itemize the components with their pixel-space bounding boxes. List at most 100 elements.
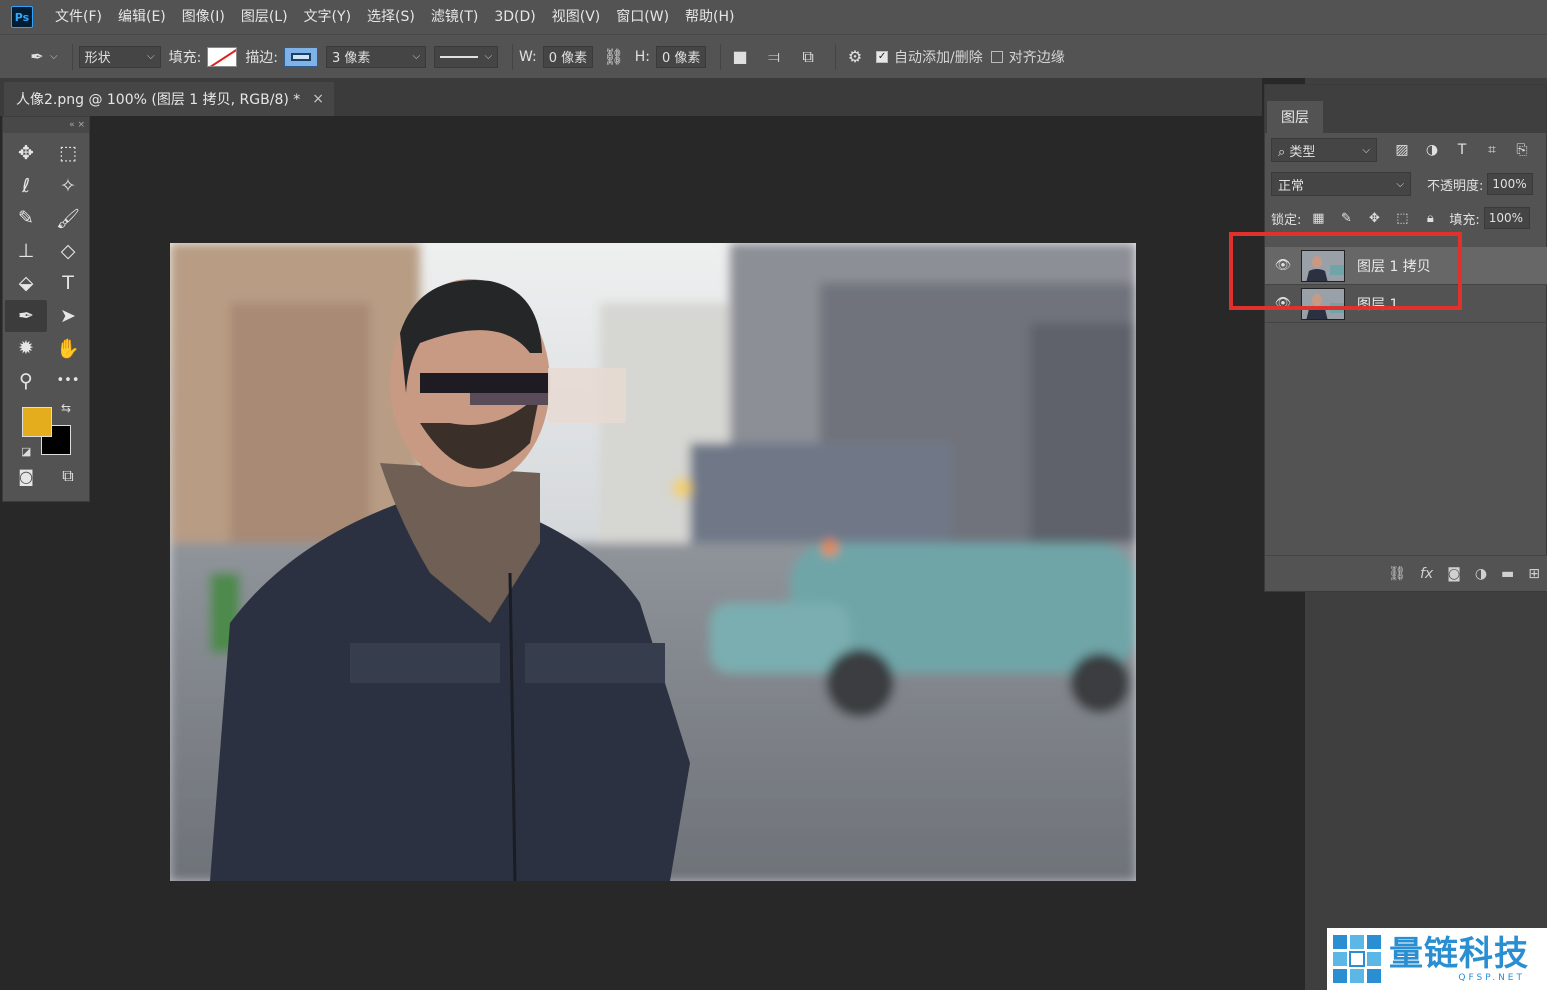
- opacity-input[interactable]: 100%: [1487, 173, 1534, 195]
- move-tool-icon[interactable]: ✥: [5, 137, 47, 170]
- menu-window[interactable]: 窗口(W): [608, 0, 677, 34]
- tools-panel-header[interactable]: « ×: [3, 117, 89, 133]
- watermark-logo-icon: [1329, 931, 1385, 987]
- menu-filter[interactable]: 滤镜(T): [423, 0, 486, 34]
- blend-mode-select[interactable]: 正常 ⌵: [1271, 172, 1411, 196]
- document-tab[interactable]: 人像2.png @ 100% (图层 1 拷贝, RGB/8) * ×: [4, 82, 334, 116]
- pixel-filter-icon[interactable]: ▨: [1391, 142, 1413, 158]
- fill-input[interactable]: 100%: [1483, 207, 1530, 229]
- add-mask-icon[interactable]: ◙: [1447, 566, 1461, 582]
- chevron-down-icon: ⌵: [1362, 144, 1370, 156]
- document-tab-bar: 人像2.png @ 100% (图层 1 拷贝, RGB/8) * ×: [0, 78, 1262, 116]
- watermark-cn: 量链科技: [1389, 934, 1529, 974]
- lock-artboard-icon[interactable]: ⬚: [1391, 211, 1413, 226]
- eraser-tool-icon[interactable]: ◇: [47, 235, 89, 268]
- canvas-image[interactable]: [170, 243, 1136, 881]
- menu-select[interactable]: 选择(S): [359, 0, 423, 34]
- menu-view[interactable]: 视图(V): [544, 0, 609, 34]
- custom-shape-tool-icon[interactable]: ✹: [5, 332, 47, 365]
- screen-mode-icon[interactable]: ⧉: [47, 461, 89, 491]
- link-icon[interactable]: ⛓: [601, 44, 627, 70]
- eyedropper-tool-icon[interactable]: ✎: [5, 202, 47, 235]
- magic-wand-tool-icon[interactable]: ✧: [47, 170, 89, 203]
- lock-transparent-icon[interactable]: ▦: [1307, 211, 1329, 226]
- hand-tool-icon[interactable]: ✋: [47, 332, 89, 365]
- stroke-type-select[interactable]: ⌵: [434, 45, 499, 68]
- menu-layer[interactable]: 图层(L): [233, 0, 296, 34]
- path-alignment-icon[interactable]: ⫤: [761, 44, 787, 70]
- adjustment-layer-icon[interactable]: ◑: [1475, 566, 1487, 582]
- width-input[interactable]: 0 像素: [542, 45, 593, 68]
- menu-file[interactable]: 文件(F): [47, 0, 110, 34]
- menu-help[interactable]: 帮助(H): [677, 0, 742, 34]
- stroke-line-icon: [440, 55, 479, 58]
- separator: [71, 43, 73, 70]
- auto-add-delete-checkbox[interactable]: ✓: [876, 50, 889, 63]
- fx-icon[interactable]: fx: [1420, 566, 1433, 582]
- tool-mode-select[interactable]: 形状 ⌵: [78, 45, 161, 68]
- marquee-tool-icon[interactable]: ⬚: [47, 137, 89, 170]
- layer-filter-select[interactable]: ⌕ 类型 ⌵: [1271, 138, 1377, 162]
- pen-tool-icon: ✒: [30, 47, 44, 66]
- mode-row: ◙ ⧉: [3, 461, 89, 491]
- zoom-tool-icon[interactable]: ⚲: [5, 365, 47, 398]
- tool-preset-picker[interactable]: ✒ ⌵: [24, 44, 58, 70]
- shape-filter-icon[interactable]: ⌗: [1481, 142, 1503, 158]
- auto-add-delete-label: 自动添加/删除: [894, 49, 983, 66]
- lock-pixels-icon[interactable]: ✎: [1335, 211, 1357, 226]
- menu-type[interactable]: 文字(Y): [296, 0, 359, 34]
- new-group-icon[interactable]: ▬: [1501, 566, 1514, 582]
- chevron-down-icon: ⌵: [412, 51, 421, 62]
- align-edges-checkbox[interactable]: [990, 50, 1003, 63]
- lock-position-icon[interactable]: ✥: [1363, 211, 1385, 226]
- swap-colors-icon[interactable]: ⇆: [61, 401, 71, 415]
- path-operations-icon[interactable]: ■: [727, 44, 753, 70]
- lock-label: 锁定:: [1271, 212, 1302, 228]
- close-icon[interactable]: ×: [312, 91, 324, 107]
- lock-icons: ▦ ✎ ✥ ⬚ 🔒︎: [1307, 211, 1441, 226]
- stroke-label: 描边:: [245, 49, 279, 66]
- menu-image[interactable]: 图像(I): [174, 0, 233, 34]
- layer-filter-icons: ▨ ◑ T ⌗ ⎘: [1391, 142, 1533, 158]
- color-swatches: ⇆ ◪: [3, 401, 89, 461]
- tool-grid: ✥ ⬚ ℓ ✧ ✎ 🖌 ⊥ ◇ ⬙ T ✒ ➤ ✹ ✋ ⚲ •••: [3, 133, 89, 397]
- separator: [835, 43, 837, 70]
- separator: [720, 43, 722, 70]
- pen-tool-icon[interactable]: ✒: [5, 299, 47, 332]
- quick-mask-icon[interactable]: ◙: [5, 461, 47, 491]
- new-layer-icon[interactable]: ⊞: [1528, 566, 1540, 582]
- chevron-down-icon: ⌵: [50, 51, 58, 62]
- menu-edit[interactable]: 编辑(E): [110, 0, 174, 34]
- layers-panel-footer: ⛓ fx ◙ ◑ ▬ ⊞: [1265, 555, 1547, 591]
- highlight-annotation: [1229, 232, 1462, 310]
- adjustment-filter-icon[interactable]: ◑: [1421, 142, 1443, 158]
- paint-bucket-tool-icon[interactable]: ⬙: [5, 267, 47, 300]
- path-selection-tool-icon[interactable]: ➤: [47, 300, 89, 333]
- stroke-width-value: 3 像素: [332, 51, 371, 66]
- link-layers-icon[interactable]: ⛓: [1388, 566, 1406, 582]
- menu-3d[interactable]: 3D(D): [486, 0, 543, 34]
- more-tools-icon[interactable]: •••: [47, 365, 89, 398]
- stamp-tool-icon[interactable]: ⊥: [5, 235, 47, 268]
- chevron-down-icon: ⌵: [147, 51, 155, 62]
- stroke-swatch[interactable]: [284, 46, 319, 67]
- align-edges-label: 对齐边缘: [1008, 49, 1065, 66]
- stroke-width-select[interactable]: 3 像素 ⌵: [326, 45, 427, 68]
- foreground-color-swatch[interactable]: [22, 407, 52, 437]
- path-arrangement-icon[interactable]: ⧉: [795, 44, 821, 70]
- watermark: 量链科技 QFSP.NET: [1327, 928, 1547, 990]
- lasso-tool-icon[interactable]: ℓ: [5, 170, 47, 203]
- fill-swatch[interactable]: [207, 46, 238, 67]
- lock-all-icon[interactable]: 🔒︎: [1419, 211, 1441, 226]
- brush-tool-icon[interactable]: 🖌: [47, 202, 89, 235]
- layers-panel-tabs: 图层: [1265, 85, 1546, 133]
- height-input[interactable]: 0 像素: [656, 45, 707, 68]
- gear-icon[interactable]: ⚙: [842, 44, 868, 70]
- separator: [512, 43, 514, 70]
- type-filter-icon[interactable]: T: [1451, 142, 1473, 158]
- layers-panel: 图层 ⌕ 类型 ⌵ ▨ ◑ T ⌗ ⎘ 正常 ⌵ 不透明度: 100% 锁定: …: [1264, 84, 1547, 592]
- tab-layers[interactable]: 图层: [1267, 101, 1323, 133]
- default-colors-icon[interactable]: ◪: [21, 445, 31, 458]
- type-tool-icon[interactable]: T: [47, 267, 89, 300]
- smart-object-filter-icon[interactable]: ⎘: [1511, 142, 1533, 158]
